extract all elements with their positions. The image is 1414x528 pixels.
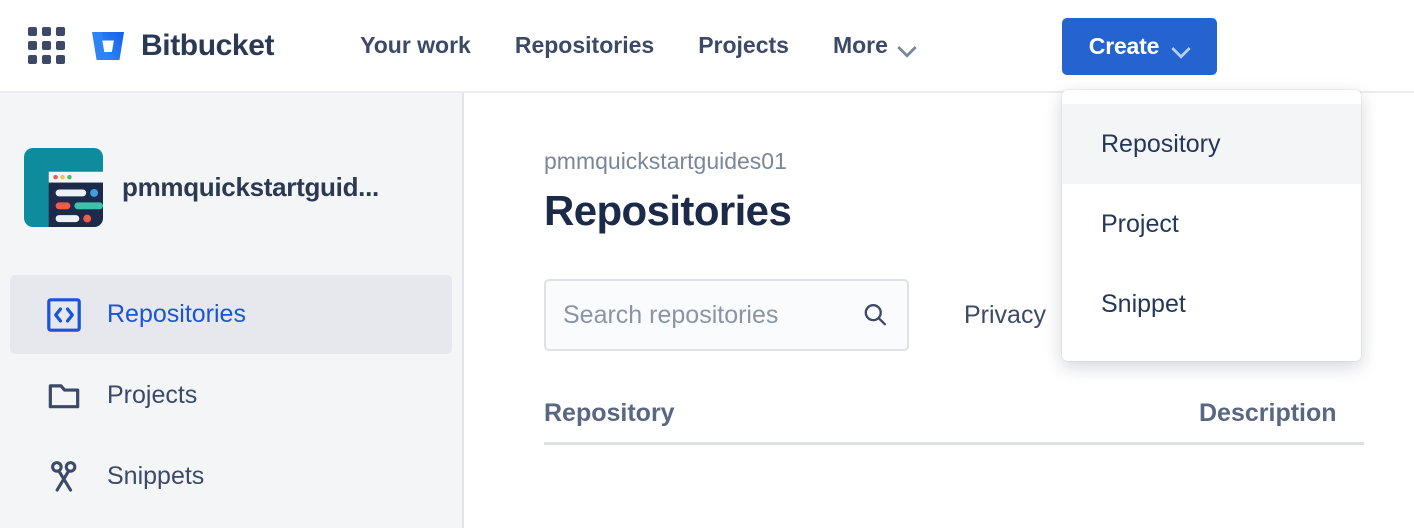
sidebar-item-label: Repositories	[107, 300, 246, 329]
bitbucket-repositories-page: Bitbucket Your work Repositories Project…	[0, 0, 1414, 528]
chevron-down-icon	[899, 41, 916, 51]
breadcrumb[interactable]: pmmquickstartguides01	[544, 148, 787, 175]
create-menu-item-label: Project	[1101, 210, 1179, 239]
sidebar-item-repositories[interactable]: Repositories	[10, 275, 452, 354]
grid-dot	[42, 27, 51, 36]
code-brackets-icon	[45, 296, 83, 334]
create-dropdown-menu: Repository Project Snippet	[1062, 90, 1361, 361]
create-menu-item-label: Repository	[1101, 130, 1221, 159]
chevron-down-icon	[1173, 42, 1190, 52]
grid-dot	[56, 55, 65, 64]
search-glyph	[861, 301, 889, 329]
sidebar-item-snippets[interactable]: Snippets	[10, 437, 452, 516]
snippet-scissors-icon	[45, 458, 83, 496]
filter-privacy[interactable]: Privacy	[964, 301, 1046, 330]
workspace-sidebar: pmmquickstartguid... Repositories Projec…	[0, 93, 464, 528]
nav-link-more[interactable]: More	[811, 24, 938, 67]
sidebar-item-label: Snippets	[107, 462, 204, 491]
create-menu-item-project[interactable]: Project	[1062, 184, 1361, 264]
sidebar-nav: Repositories Projects Snippets	[0, 275, 462, 516]
nav-link-projects[interactable]: Projects	[676, 24, 811, 67]
nav-link-label: More	[833, 32, 888, 59]
workspace-name: pmmquickstartguid...	[122, 172, 379, 203]
top-navigation-bar: Bitbucket Your work Repositories Project…	[0, 0, 1414, 93]
column-header-repository[interactable]: Repository	[544, 399, 1199, 428]
grid-dot	[42, 55, 51, 64]
nav-link-label: Your work	[360, 32, 471, 59]
create-menu-item-repository[interactable]: Repository	[1062, 104, 1361, 184]
column-header-description[interactable]: Description	[1199, 399, 1337, 428]
grid-dot	[56, 27, 65, 36]
grid-dot	[28, 41, 37, 50]
primary-nav: Your work Repositories Projects More	[338, 24, 938, 67]
nav-link-your-work[interactable]: Your work	[338, 24, 493, 67]
create-button[interactable]: Create	[1062, 18, 1217, 75]
search-input[interactable]	[546, 281, 907, 349]
workspace-avatar	[24, 148, 103, 227]
nav-link-label: Repositories	[515, 32, 654, 59]
grid-dot	[28, 55, 37, 64]
bitbucket-logo-icon	[88, 26, 128, 66]
grid-dot	[56, 41, 65, 50]
create-button-label: Create	[1089, 33, 1159, 60]
workspace-header[interactable]: pmmquickstartguid...	[0, 93, 462, 227]
brand-name: Bitbucket	[141, 29, 274, 63]
grid-apps-icon[interactable]	[26, 26, 66, 66]
repositories-table-header: Repository Description	[544, 399, 1364, 445]
create-menu-item-snippet[interactable]: Snippet	[1062, 264, 1361, 344]
nav-link-repositories[interactable]: Repositories	[493, 24, 676, 67]
grid-dot	[28, 27, 37, 36]
nav-link-label: Projects	[698, 32, 789, 59]
sidebar-item-label: Projects	[107, 381, 197, 410]
sidebar-item-projects[interactable]: Projects	[10, 356, 452, 435]
folder-icon	[45, 377, 83, 415]
search-repositories-box[interactable]	[544, 279, 909, 351]
bitbucket-home-link[interactable]: Bitbucket	[88, 26, 274, 66]
create-menu-item-label: Snippet	[1101, 290, 1186, 319]
grid-dot	[42, 41, 51, 50]
search-icon[interactable]	[859, 299, 891, 331]
